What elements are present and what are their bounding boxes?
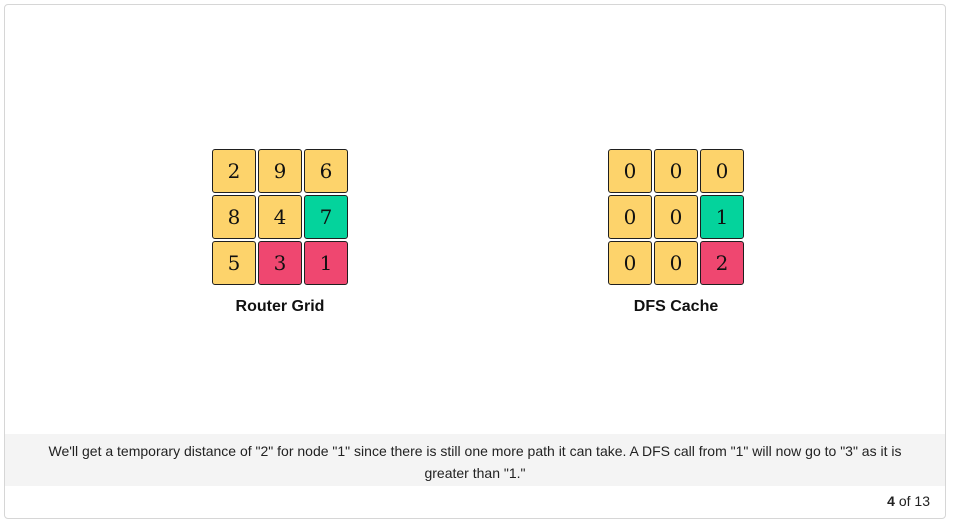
cache-cell: 0 — [608, 195, 652, 239]
cache-cell: 0 — [654, 241, 698, 285]
router-cell: 3 — [258, 241, 302, 285]
router-cell: 1 — [304, 241, 348, 285]
cache-cell: 2 — [700, 241, 744, 285]
router-grid-caption: Router Grid — [235, 298, 325, 315]
slide-pager: 4 of 13 — [887, 493, 930, 509]
slide-frame: 2 9 6 8 4 7 5 3 1 Router Grid 0 0 0 0 0 … — [4, 4, 946, 519]
pager-current: 4 — [887, 493, 895, 509]
router-cell: 9 — [258, 149, 302, 193]
cache-cell: 1 — [700, 195, 744, 239]
router-cell: 6 — [304, 149, 348, 193]
cache-cell: 0 — [608, 241, 652, 285]
pager-separator: of — [898, 493, 911, 509]
step-description: We'll get a temporary distance of "2" fo… — [5, 434, 945, 486]
router-cell: 8 — [212, 195, 256, 239]
cache-cell: 0 — [608, 149, 652, 193]
cache-cell: 0 — [654, 149, 698, 193]
router-cell: 5 — [212, 241, 256, 285]
router-cell: 2 — [212, 149, 256, 193]
cache-cell: 0 — [700, 149, 744, 193]
cache-cell: 0 — [654, 195, 698, 239]
router-grid: 2 9 6 8 4 7 5 3 1 — [212, 149, 348, 285]
dfs-cache-caption: DFS Cache — [633, 298, 719, 315]
dfs-cache-grid: 0 0 0 0 0 1 0 0 2 — [608, 149, 744, 285]
router-cell: 7 — [304, 195, 348, 239]
pager-total: 13 — [914, 493, 930, 509]
router-cell: 4 — [258, 195, 302, 239]
